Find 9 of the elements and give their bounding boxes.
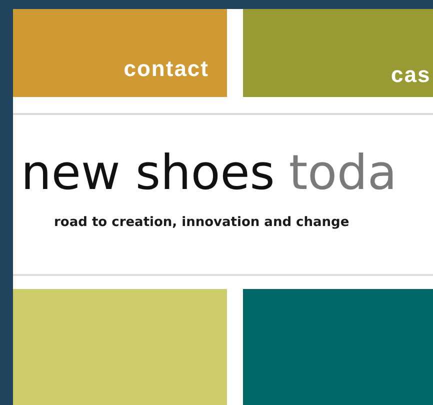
site-title-accent: toda bbox=[288, 149, 397, 197]
tagline: road to creation, innovation and change bbox=[54, 214, 350, 232]
nav-tile[interactable]: contact bbox=[13, 9, 227, 97]
nav-label: cas bbox=[391, 64, 431, 86]
nav-label: contact bbox=[124, 58, 209, 80]
site-title: new shoes bbox=[21, 149, 275, 197]
nav-tile[interactable]: cas bbox=[243, 9, 433, 97]
nav-tile[interactable] bbox=[243, 289, 433, 405]
nav-tile[interactable] bbox=[13, 289, 227, 405]
